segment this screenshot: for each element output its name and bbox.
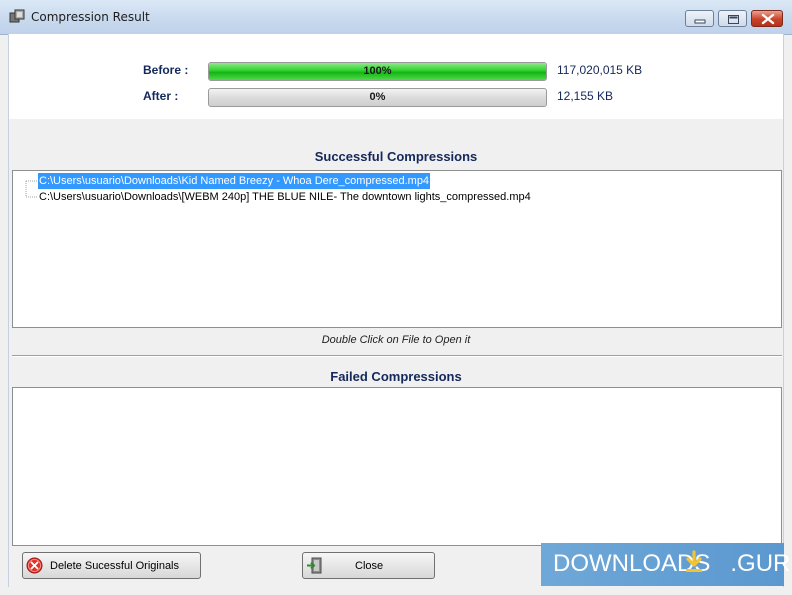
tree-connector: [25, 189, 38, 198]
section-divider: [12, 355, 782, 357]
maximize-icon: [728, 15, 739, 24]
download-arrow-icon: [686, 550, 702, 572]
close-icon: [761, 13, 775, 25]
client-area: Before : 100% 117,020,015 KB After : 0% …: [8, 34, 784, 587]
tree-connector: [25, 180, 38, 189]
after-progress-bar: 0%: [208, 88, 547, 107]
close-button[interactable]: Close: [302, 552, 435, 579]
open-file-hint: Double Click on File to Open it: [321, 334, 471, 346]
minimize-button[interactable]: [685, 10, 714, 27]
successful-compressions-tree[interactable]: C:\Users\usuario\Downloads\Kid Named Bre…: [12, 170, 782, 328]
delete-originals-label: Delete Sucessful Originals: [50, 560, 180, 572]
title-bar[interactable]: Compression Result: [0, 0, 792, 35]
after-label: After :: [143, 89, 179, 103]
tree-item-label: C:\Users\usuario\Downloads\Kid Named Bre…: [38, 173, 431, 189]
before-size: 117,020,015 KB: [557, 63, 643, 77]
after-percent: 0%: [369, 91, 386, 103]
watermark-suffix: .GURU: [730, 550, 792, 577]
app-icon: [9, 9, 25, 23]
delete-originals-button[interactable]: Delete Sucessful Originals: [22, 552, 201, 579]
after-size: 12,155 KB: [557, 89, 614, 103]
watermark-text: DOWNLOADS.GURU: [553, 550, 792, 578]
compression-result-window: Compression Result Before : 100% 117,020…: [0, 0, 792, 595]
close-window-button[interactable]: [751, 10, 783, 27]
downloads-guru-watermark: DOWNLOADS.GURU: [541, 543, 792, 586]
tree-item-label: C:\Users\usuario\Downloads\[WEBM 240p] T…: [39, 191, 531, 203]
maximize-button[interactable]: [718, 10, 747, 27]
size-summary-panel: Before : 100% 117,020,015 KB After : 0% …: [9, 34, 783, 119]
before-percent: 100%: [363, 65, 392, 77]
tree-item[interactable]: C:\Users\usuario\Downloads\[WEBM 240p] T…: [13, 189, 778, 205]
before-progress-bar: 100%: [208, 62, 547, 81]
tree-item[interactable]: C:\Users\usuario\Downloads\Kid Named Bre…: [13, 173, 778, 189]
before-label: Before :: [143, 63, 189, 77]
minimize-icon: [694, 19, 706, 24]
delete-icon: [26, 557, 43, 574]
failed-compressions-list[interactable]: [12, 387, 782, 546]
exit-door-icon: [307, 557, 322, 574]
failed-compressions-title: Failed Compressions: [330, 369, 462, 384]
close-button-label: Close: [355, 560, 384, 572]
window-title: Compression Result: [31, 10, 150, 24]
successful-compressions-title: Successful Compressions: [314, 149, 478, 164]
